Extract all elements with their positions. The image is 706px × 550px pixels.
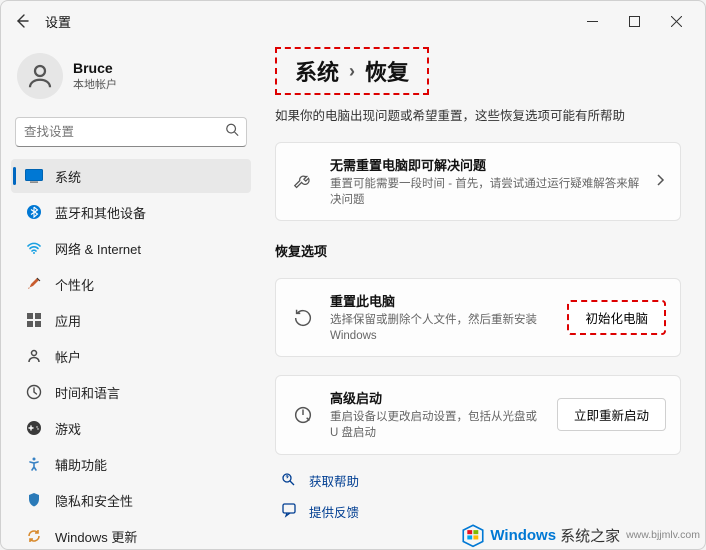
avatar xyxy=(17,53,63,99)
maximize-button[interactable] xyxy=(613,6,655,36)
chevron-right-icon xyxy=(654,173,666,191)
feedback-icon xyxy=(281,502,299,520)
sidebar-item-label: Windows 更新 xyxy=(55,527,137,546)
link-label: 获取帮助 xyxy=(309,471,359,490)
feedback-link[interactable]: 提供反馈 xyxy=(275,500,681,523)
update-icon xyxy=(25,527,43,545)
sidebar-item-label: 系统 xyxy=(55,167,81,186)
sidebar-item-label: 应用 xyxy=(55,311,81,330)
card-title: 无需重置电脑即可解决问题 xyxy=(330,155,640,174)
search-input[interactable] xyxy=(15,117,247,147)
sidebar-item-gaming[interactable]: 游戏 xyxy=(11,411,251,445)
card-desc: 重启设备以更改启动设置，包括从光盘或 U 盘启动 xyxy=(330,409,543,441)
sidebar-item-label: 帐户 xyxy=(55,347,81,366)
card-desc: 重置可能需要一段时间 - 首先，请尝试通过运行疑难解答来解决问题 xyxy=(330,176,640,208)
breadcrumb-current: 恢复 xyxy=(365,55,409,87)
accounts-icon xyxy=(25,347,43,365)
sidebar-item-update[interactable]: Windows 更新 xyxy=(11,519,251,549)
sidebar-item-label: 隐私和安全性 xyxy=(55,491,133,510)
help-icon xyxy=(281,471,299,489)
bluetooth-icon xyxy=(25,203,43,221)
sidebar-item-network[interactable]: 网络 & Internet xyxy=(11,231,251,265)
advanced-startup-card: 高级启动 重启设备以更改启动设置，包括从光盘或 U 盘启动 立即重新启动 xyxy=(275,375,681,454)
sidebar-item-apps[interactable]: 应用 xyxy=(11,303,251,337)
sidebar-item-time-language[interactable]: 时间和语言 xyxy=(11,375,251,409)
card-title: 重置此电脑 xyxy=(330,291,553,310)
sidebar-item-bluetooth[interactable]: 蓝牙和其他设备 xyxy=(11,195,251,229)
user-subtitle: 本地帐户 xyxy=(73,76,117,92)
sidebar-item-accessibility[interactable]: 辅助功能 xyxy=(11,447,251,481)
reset-icon xyxy=(290,305,316,331)
link-label: 提供反馈 xyxy=(309,502,359,521)
reset-card: 重置此电脑 选择保留或删除个人文件，然后重新安装 Windows 初始化电脑 xyxy=(275,278,681,357)
sidebar-item-accounts[interactable]: 帐户 xyxy=(11,339,251,373)
window-title: 设置 xyxy=(45,12,71,31)
sidebar-item-privacy[interactable]: 隐私和安全性 xyxy=(11,483,251,517)
sidebar-item-label: 游戏 xyxy=(55,419,81,438)
wrench-icon xyxy=(290,169,316,195)
reset-pc-button[interactable]: 初始化电脑 xyxy=(567,300,666,335)
sidebar-item-personalization[interactable]: 个性化 xyxy=(11,267,251,301)
gaming-icon xyxy=(25,419,43,437)
sidebar-item-label: 辅助功能 xyxy=(55,455,107,474)
system-icon xyxy=(25,167,43,185)
minimize-button[interactable] xyxy=(571,6,613,36)
sidebar-item-label: 时间和语言 xyxy=(55,383,120,402)
chevron-right-icon: › xyxy=(349,61,355,82)
sidebar-item-system[interactable]: 系统 xyxy=(11,159,251,193)
recovery-section-title: 恢复选项 xyxy=(275,241,681,260)
breadcrumb-root[interactable]: 系统 xyxy=(295,55,339,87)
breadcrumb: 系统 › 恢复 xyxy=(287,51,417,91)
get-help-link[interactable]: 获取帮助 xyxy=(275,469,681,492)
clock-icon xyxy=(25,383,43,401)
power-icon xyxy=(290,402,316,428)
close-button[interactable] xyxy=(655,6,697,36)
search-icon xyxy=(225,123,239,142)
shield-icon xyxy=(25,491,43,509)
restart-now-button[interactable]: 立即重新启动 xyxy=(557,398,666,431)
accessibility-icon xyxy=(25,455,43,473)
wifi-icon xyxy=(25,239,43,257)
apps-icon xyxy=(25,311,43,329)
card-desc: 选择保留或删除个人文件，然后重新安装 Windows xyxy=(330,312,553,344)
page-description: 如果你的电脑出现问题或希望重置，这些恢复选项可能有所帮助 xyxy=(275,105,681,124)
troubleshoot-card[interactable]: 无需重置电脑即可解决问题 重置可能需要一段时间 - 首先，请尝试通过运行疑难解答… xyxy=(275,142,681,221)
sidebar-item-label: 网络 & Internet xyxy=(55,239,141,258)
brush-icon xyxy=(25,275,43,293)
user-block[interactable]: Bruce 本地帐户 xyxy=(7,49,255,113)
sidebar-item-label: 蓝牙和其他设备 xyxy=(55,203,146,222)
card-title: 高级启动 xyxy=(330,388,543,407)
user-name: Bruce xyxy=(73,60,117,76)
sidebar-item-label: 个性化 xyxy=(55,275,94,294)
back-button[interactable] xyxy=(9,9,33,33)
